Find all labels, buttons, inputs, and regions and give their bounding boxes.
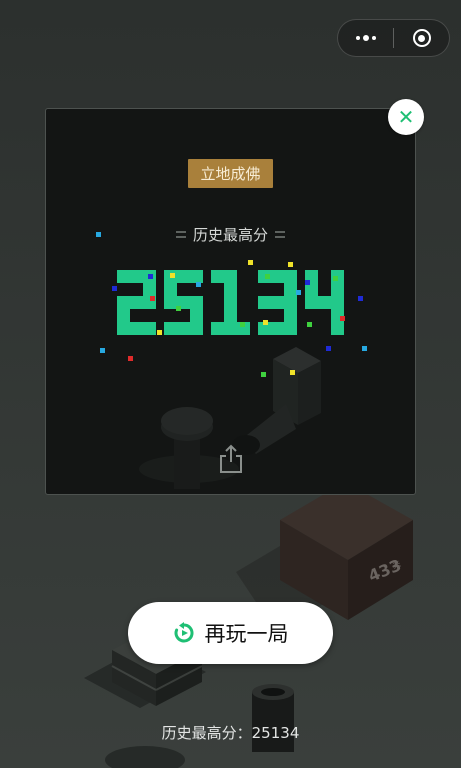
confetti-piece [296,290,301,295]
score-pixel [271,322,284,335]
replay-label: 再玩一局 [204,622,289,646]
score-pixel [224,270,237,283]
score-pixel [164,322,177,335]
confetti-piece [170,273,175,278]
score-pixel [130,296,143,309]
score-pixel [305,296,318,309]
confetti-piece [263,320,268,325]
confetti-piece [196,282,201,287]
confetti-piece [358,296,363,301]
score-pixel [258,296,271,309]
confetti-piece [240,322,245,327]
confetti-piece [340,316,345,321]
confetti-piece [248,260,253,265]
share-icon[interactable] [218,444,244,474]
confetti-piece [326,346,331,351]
score-pixel [143,283,156,296]
score-pixel [190,296,203,309]
confetti-piece [150,296,155,301]
score-pixel [284,309,297,322]
score-pixel [331,322,344,335]
score-pixel [224,296,237,309]
score-pixel [117,309,130,322]
score-pixel [271,296,284,309]
confetti-piece [305,280,310,285]
confetti-piece [96,232,101,237]
score-pixel [164,283,177,296]
confetti-piece [112,286,117,291]
confetti-piece [128,356,133,361]
confetti-piece [100,348,105,353]
confetti-piece [148,274,153,279]
score-pixel [224,283,237,296]
score-pixel [190,322,203,335]
confetti-piece [265,274,270,279]
score-pixel [271,270,284,283]
score-pixel [211,322,224,335]
best-score-number: 25134 [96,232,367,377]
confetti-piece [176,306,181,311]
score-pixel [164,296,177,309]
score-pixel [331,283,344,296]
score-pixel [177,270,190,283]
confetti-piece [288,262,293,267]
score-pixel [143,322,156,335]
confetti-piece [333,276,338,281]
score-pixel [117,270,130,283]
replay-icon [174,622,193,643]
confetti-piece [261,372,266,377]
score-pixel [130,322,143,335]
score-pixel [331,296,344,309]
score-pixel [130,270,143,283]
score-pixel [284,270,297,283]
score-pixel [284,296,297,309]
score-pixel [284,283,297,296]
confetti-piece [307,322,312,327]
score-pixel [117,322,130,335]
footer-best-score: 历史最高分：25134 [161,724,300,742]
score-pixel [190,270,203,283]
score-pixel [284,322,297,335]
confetti-piece [362,346,367,351]
score-pixel [224,309,237,322]
score-pixel [211,270,224,283]
score-pixel [318,296,331,309]
score-pixel [117,296,130,309]
confetti-piece [290,370,295,375]
replay-button[interactable]: 再玩一局 [128,602,333,664]
confetti-piece [157,330,162,335]
score-pixel [190,309,203,322]
score-pixel [224,322,237,335]
score-pixel [177,322,190,335]
